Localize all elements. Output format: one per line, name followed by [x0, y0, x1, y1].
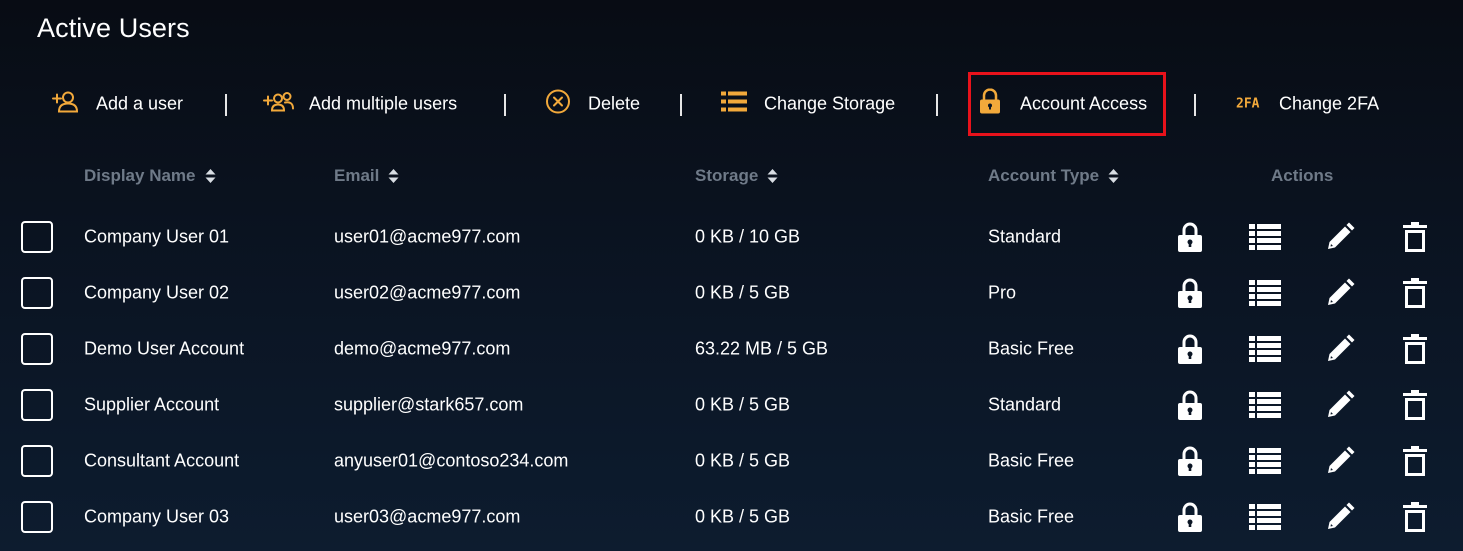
pencil-icon[interactable]	[1324, 389, 1356, 421]
cell-storage: 0 KB / 5 GB	[695, 394, 791, 415]
toolbar-separator	[1194, 94, 1196, 116]
row-checkbox[interactable]	[21, 445, 53, 477]
storage-list-icon[interactable]	[1249, 221, 1281, 253]
cell-display-name: Company User 01	[84, 226, 230, 247]
cell-display-name: Supplier Account	[84, 394, 220, 415]
column-header-storage[interactable]: Storage	[695, 166, 778, 186]
table-row: Company User 03 user03@acme977.com 0 KB …	[0, 489, 1463, 545]
trash-icon[interactable]	[1399, 277, 1431, 309]
cell-email: user02@acme977.com	[334, 282, 521, 303]
cell-storage: 0 KB / 5 GB	[695, 450, 791, 471]
pencil-icon[interactable]	[1324, 501, 1356, 533]
cell-account-type: Standard	[988, 226, 1062, 247]
add-user-icon	[52, 90, 80, 119]
cell-email: anyuser01@contoso234.com	[334, 450, 569, 471]
trash-icon[interactable]	[1399, 333, 1431, 365]
cell-account-type: Basic Free	[988, 338, 1075, 359]
2fa-icon: 2FA	[1236, 96, 1260, 112]
row-checkbox[interactable]	[21, 333, 53, 365]
cell-account-type: Pro	[988, 282, 1017, 303]
sort-icon	[205, 169, 215, 183]
sort-icon	[1108, 169, 1119, 183]
column-header-email[interactable]: Email	[334, 166, 399, 186]
column-header-account-type[interactable]: Account Type	[988, 166, 1119, 186]
trash-icon[interactable]	[1399, 501, 1431, 533]
add-multiple-users-label: Add multiple users	[309, 93, 458, 114]
cell-email: supplier@stark657.com	[334, 394, 524, 415]
table-row: Company User 01 user01@acme977.com 0 KB …	[0, 209, 1463, 265]
trash-icon[interactable]	[1399, 445, 1431, 477]
cell-account-type: Standard	[988, 394, 1062, 415]
column-header-display-name[interactable]: Display Name	[84, 166, 216, 186]
row-checkbox[interactable]	[21, 221, 53, 253]
toolbar-separator	[936, 94, 938, 116]
lock-icon[interactable]	[1174, 501, 1206, 533]
pencil-icon[interactable]	[1324, 221, 1356, 253]
cell-email: user01@acme977.com	[334, 226, 521, 247]
toolbar-separator	[225, 94, 227, 116]
add-user-label: Add a user	[96, 93, 184, 114]
delete-circle-icon	[545, 89, 571, 120]
cell-storage: 0 KB / 10 GB	[695, 226, 801, 247]
row-checkbox[interactable]	[21, 277, 53, 309]
trash-icon[interactable]	[1399, 221, 1431, 253]
cell-email: user03@acme977.com	[334, 506, 521, 527]
add-multiple-users-icon	[263, 90, 295, 119]
cell-account-type: Basic Free	[988, 450, 1075, 471]
storage-list-icon[interactable]	[1249, 277, 1281, 309]
trash-icon[interactable]	[1399, 389, 1431, 421]
cell-display-name: Company User 02	[84, 282, 230, 303]
table-row: Company User 02 user02@acme977.com 0 KB …	[0, 265, 1463, 321]
toolbar-separator	[680, 94, 682, 116]
account-access-label: Account Access	[1020, 93, 1148, 114]
lock-icon[interactable]	[1174, 333, 1206, 365]
table-row: Demo User Account demo@acme977.com 63.22…	[0, 321, 1463, 377]
row-checkbox[interactable]	[21, 501, 53, 533]
table-row: Consultant Account anyuser01@contoso234.…	[0, 433, 1463, 489]
lock-icon[interactable]	[1174, 221, 1206, 253]
change-storage-label: Change Storage	[764, 93, 896, 114]
storage-list-icon[interactable]	[1249, 333, 1281, 365]
account-access-button[interactable]: Account Access	[978, 72, 1160, 136]
column-header-actions: Actions	[1271, 166, 1334, 185]
page-title: Active Users	[37, 13, 190, 43]
cell-storage: 0 KB / 5 GB	[695, 506, 791, 527]
storage-icon	[721, 91, 747, 118]
change-2fa-button[interactable]: 2FA Change 2FA	[1234, 72, 1394, 136]
toolbar: Add a user Add multiple users Delete Cha…	[0, 72, 1463, 136]
pencil-icon[interactable]	[1324, 333, 1356, 365]
storage-list-icon[interactable]	[1249, 501, 1281, 533]
cell-account-type: Basic Free	[988, 506, 1075, 527]
lock-icon[interactable]	[1174, 277, 1206, 309]
change-2fa-label: Change 2FA	[1279, 93, 1380, 114]
lock-icon	[978, 88, 1002, 120]
add-multiple-users-button[interactable]: Add multiple users	[263, 72, 478, 136]
add-user-button[interactable]: Add a user	[50, 72, 200, 136]
lock-icon[interactable]	[1174, 445, 1206, 477]
pencil-icon[interactable]	[1324, 277, 1356, 309]
lock-icon[interactable]	[1174, 389, 1206, 421]
change-storage-button[interactable]: Change Storage	[721, 72, 911, 136]
cell-storage: 0 KB / 5 GB	[695, 282, 791, 303]
cell-email: demo@acme977.com	[334, 338, 511, 359]
cell-display-name: Consultant Account	[84, 450, 240, 471]
pencil-icon[interactable]	[1324, 445, 1356, 477]
sort-icon	[388, 169, 399, 183]
delete-button[interactable]: Delete	[545, 72, 655, 136]
cell-display-name: Company User 03	[84, 506, 230, 527]
storage-list-icon[interactable]	[1249, 445, 1281, 477]
sort-icon	[767, 169, 778, 183]
toolbar-separator	[504, 94, 506, 116]
storage-list-icon[interactable]	[1249, 389, 1281, 421]
cell-display-name: Demo User Account	[84, 338, 245, 359]
delete-label: Delete	[588, 93, 641, 114]
cell-storage: 63.22 MB / 5 GB	[695, 338, 829, 359]
row-checkbox[interactable]	[21, 389, 53, 421]
table-row: Supplier Account supplier@stark657.com 0…	[0, 377, 1463, 433]
